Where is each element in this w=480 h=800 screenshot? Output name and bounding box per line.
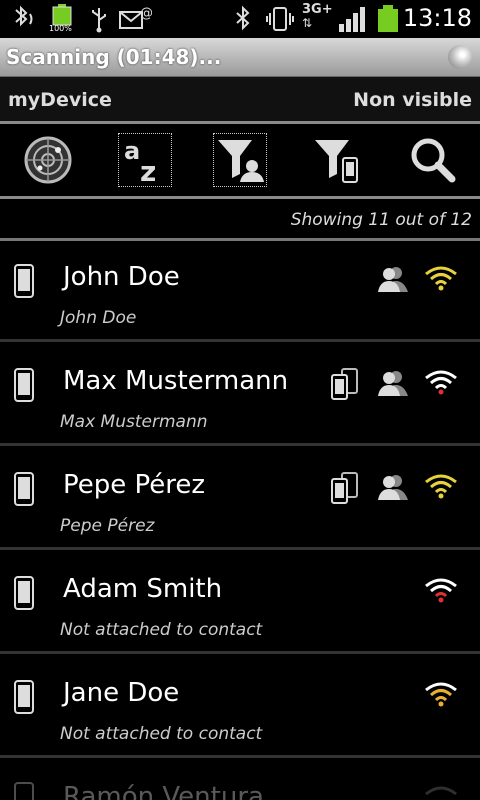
bluetooth-icon (236, 5, 250, 31)
contact-icon (378, 371, 408, 396)
bluetooth-notify-icon (15, 5, 33, 27)
sort-az-icon: a z (124, 137, 156, 188)
contact-icon (378, 267, 408, 292)
signal-icon (425, 682, 457, 707)
signal-icon (425, 370, 457, 395)
scan-title-bar: Scanning (01:48)... (0, 38, 480, 77)
battery-percent: 100% (49, 24, 72, 33)
battery-icon (378, 5, 398, 32)
list-item[interactable]: John Doe John Doe (0, 242, 480, 342)
filter-contacts-icon (218, 140, 264, 182)
device-subtitle: Not attached to contact (60, 724, 263, 744)
signal-icon (425, 266, 457, 291)
signal-strength-icon (339, 7, 365, 32)
list-item[interactable]: Max Mustermann Max Mustermann (0, 346, 480, 446)
svg-text:@: @ (140, 6, 152, 21)
radar-icon[interactable] (22, 134, 74, 186)
vibrate-icon (266, 7, 294, 31)
filter-contacts-button[interactable] (213, 133, 267, 187)
signal-icon (425, 578, 457, 603)
visibility-status[interactable]: Non visible (353, 89, 472, 111)
usb-icon (92, 8, 106, 33)
network-type: 3G+ (302, 2, 333, 17)
list-item[interactable]: Pepe Pérez Pepe Pérez (0, 450, 480, 550)
status-bar: 100% @ 3G+ ⇅ 13:18 (0, 0, 480, 38)
network-type-icon: 3G+ ⇅ (302, 2, 333, 30)
device-subtitle: Max Mustermann (60, 412, 208, 432)
scan-status-title: Scanning (01:48)... (6, 45, 222, 69)
phone-icon (14, 368, 34, 402)
divider (0, 196, 480, 199)
list-item[interactable]: Ramón Ventura (0, 762, 480, 800)
paired-devices-icon (331, 368, 358, 400)
signal-icon (425, 786, 457, 796)
phone-icon (14, 576, 34, 610)
phone-icon (14, 782, 34, 800)
progress-spinner-icon (448, 45, 472, 69)
device-subtitle: Not attached to contact (60, 620, 263, 640)
phone-icon (14, 680, 34, 714)
svg-text:z: z (140, 155, 156, 186)
paired-devices-icon (331, 472, 358, 504)
sort-az-button[interactable]: a z (118, 133, 172, 188)
row-divider (0, 651, 480, 654)
device-name: Pepe Pérez (63, 470, 206, 500)
row-divider (0, 443, 480, 446)
search-icon[interactable] (406, 134, 458, 186)
svg-text:a: a (124, 137, 140, 165)
list-item[interactable]: Adam Smith Not attached to contact (0, 554, 480, 654)
phone-icon (14, 264, 34, 298)
phone-icon (14, 472, 34, 506)
device-name: John Doe (63, 262, 180, 292)
divider (0, 238, 480, 241)
list-item[interactable]: Jane Doe Not attached to contact (0, 658, 480, 758)
toolbar: a z (0, 124, 480, 196)
clock: 13:18 (402, 4, 472, 32)
row-divider (0, 339, 480, 342)
device-name: Max Mustermann (63, 366, 289, 396)
device-name: Ramón Ventura (63, 782, 264, 800)
row-divider (0, 755, 480, 758)
row-divider (0, 547, 480, 550)
device-subtitle: John Doe (60, 308, 137, 328)
results-count: Showing 11 out of 12 (290, 210, 472, 230)
device-subtitle: Pepe Pérez (60, 516, 155, 536)
battery-small-icon: 100% (49, 4, 74, 34)
device-name: Adam Smith (63, 574, 223, 604)
my-device-bar[interactable]: myDevice Non visible (0, 77, 480, 121)
mail-icon: @ (119, 6, 152, 29)
device-name: Jane Doe (63, 678, 180, 708)
my-device-name: myDevice (8, 89, 112, 111)
signal-icon (425, 474, 457, 499)
filter-phones-icon[interactable] (311, 134, 363, 186)
contact-icon (378, 475, 408, 500)
